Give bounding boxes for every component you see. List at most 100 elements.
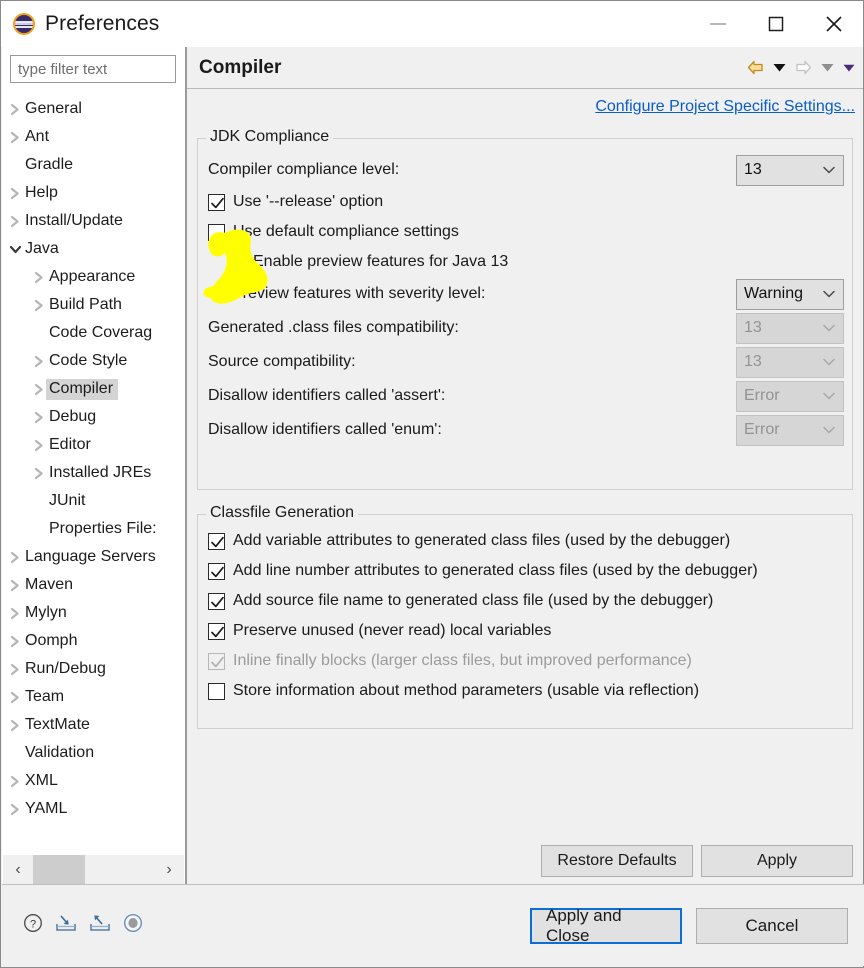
sidebar-item-maven[interactable]: Maven <box>2 571 185 599</box>
sidebar-item-mylyn[interactable]: Mylyn <box>2 599 185 627</box>
checkbox-label: Use '--release' option <box>233 193 384 210</box>
chevron-right-icon[interactable] <box>31 459 47 487</box>
sidebar-item-label: TextMate <box>25 716 90 733</box>
chevron-right-icon[interactable] <box>7 655 23 683</box>
checkbox-use-default-compliance-settings[interactable] <box>208 223 225 241</box>
setting-row: Source compatibility: 13 <box>208 345 852 379</box>
sidebar-item-label: Properties File: <box>49 520 157 537</box>
checkbox-row[interactable]: Enable preview features for Java 13 <box>208 247 852 277</box>
checkbox-row[interactable]: Store information about method parameter… <box>208 676 852 706</box>
chevron-right-icon[interactable] <box>7 123 23 151</box>
checkbox-row[interactable]: Add variable attributes to generated cla… <box>208 526 852 556</box>
chevron-right-icon[interactable] <box>7 627 23 655</box>
checkbox-enable-preview-features-for-java-13[interactable] <box>228 253 245 271</box>
chevron-right-icon[interactable] <box>31 347 47 375</box>
chevron-right-icon[interactable] <box>7 711 23 739</box>
forward-arrow-icon <box>795 60 812 75</box>
chevron-right-icon[interactable] <box>7 683 23 711</box>
title-bar: Preferences <box>1 1 863 47</box>
back-history-chevron-down-icon[interactable] <box>773 63 786 72</box>
sidebar-item-xml[interactable]: XML <box>2 767 185 795</box>
sidebar-item-install-update[interactable]: Install/Update <box>2 207 185 235</box>
sidebar-item-appearance[interactable]: Appearance <box>2 263 185 291</box>
view-menu-chevron-down-icon[interactable] <box>843 64 855 72</box>
dropdown-preview-features-with-severity-level[interactable]: Warning <box>736 278 844 310</box>
restore-defaults-button[interactable]: Restore Defaults <box>541 845 693 877</box>
chevron-right-icon[interactable] <box>7 599 23 627</box>
sidebar-item-label: Installed JREs <box>49 464 152 481</box>
sidebar-horizontal-scrollbar[interactable]: ‹ › <box>3 855 184 885</box>
checkbox-row[interactable]: Add source file name to generated class … <box>208 586 852 616</box>
export-icon[interactable] <box>88 912 112 939</box>
sidebar-item-build-path[interactable]: Build Path <box>2 291 185 319</box>
checkbox-use-release-option[interactable] <box>208 193 225 211</box>
minimize-button[interactable] <box>689 1 747 47</box>
maximize-button[interactable] <box>747 1 805 47</box>
chevron-right-icon[interactable] <box>31 375 47 403</box>
apply-button[interactable]: Apply <box>701 845 853 877</box>
sidebar-item-code-coverag[interactable]: Code Coverag <box>2 319 185 347</box>
sidebar-item-compiler[interactable]: Compiler <box>2 375 185 403</box>
sidebar-item-yaml[interactable]: YAML <box>2 795 185 823</box>
sidebar-item-label: Gradle <box>25 156 74 173</box>
help-icon[interactable]: ? <box>22 912 44 939</box>
configure-project-specific-settings-link[interactable]: Configure Project Specific Settings... <box>595 98 855 116</box>
scroll-left-button[interactable]: ‹ <box>3 855 33 885</box>
footer-icon-bar: ? <box>22 912 144 939</box>
scrollbar-track[interactable] <box>85 855 154 885</box>
chevron-right-icon[interactable] <box>7 207 23 235</box>
sidebar-item-java[interactable]: Java <box>2 235 185 263</box>
checkbox-add-source-file-name-to-generated-class-[interactable] <box>208 592 225 610</box>
preferences-window: Preferences General Ant Gradle Help Install/… <box>0 0 864 968</box>
sidebar-item-general[interactable]: General <box>2 95 185 123</box>
sidebar-item-editor[interactable]: Editor <box>2 431 185 459</box>
checkbox-inline-finally-blocks-larger-class-files <box>208 652 225 670</box>
chevron-right-icon[interactable] <box>7 543 23 571</box>
chevron-right-icon[interactable] <box>31 403 47 431</box>
chevron-right-icon[interactable] <box>7 795 23 823</box>
sidebar-item-oomph[interactable]: Oomph <box>2 627 185 655</box>
chevron-right-icon[interactable] <box>7 767 23 795</box>
chevron-right-icon[interactable] <box>7 571 23 599</box>
sidebar-item-validation[interactable]: Validation <box>2 739 185 767</box>
scrollbar-thumb[interactable] <box>33 855 85 885</box>
import-icon[interactable] <box>54 912 78 939</box>
chevron-right-icon[interactable] <box>7 179 23 207</box>
sidebar-item-gradle[interactable]: Gradle <box>2 151 185 179</box>
checkbox-row[interactable]: Preserve unused (never read) local varia… <box>208 616 852 646</box>
sidebar-item-properties-file[interactable]: Properties File: <box>2 515 185 543</box>
oomph-record-icon[interactable] <box>122 912 144 939</box>
sidebar-item-team[interactable]: Team <box>2 683 185 711</box>
checkbox-label: Use default compliance settings <box>233 223 459 240</box>
checkbox-add-variable-attributes-to-generated-cla[interactable] <box>208 532 225 550</box>
sidebar-item-label: Run/Debug <box>25 660 106 677</box>
sidebar-item-code-style[interactable]: Code Style <box>2 347 185 375</box>
sidebar-item-debug[interactable]: Debug <box>2 403 185 431</box>
sidebar-item-installed-jres[interactable]: Installed JREs <box>2 459 185 487</box>
chevron-down-icon[interactable] <box>7 235 23 263</box>
sidebar-item-ant[interactable]: Ant <box>2 123 185 151</box>
chevron-right-icon[interactable] <box>31 291 47 319</box>
chevron-right-icon[interactable] <box>31 431 47 459</box>
checkbox-preserve-unused-never-read-local-variabl[interactable] <box>208 622 225 640</box>
checkbox-row[interactable]: Add line number attributes to generated … <box>208 556 852 586</box>
sidebar-item-language-servers[interactable]: Language Servers <box>2 543 185 571</box>
back-arrow-icon[interactable] <box>747 60 764 75</box>
dropdown-compiler-compliance-level[interactable]: 13 <box>736 154 844 186</box>
apply-and-close-button[interactable]: Apply and Close <box>530 906 682 945</box>
scroll-right-button[interactable]: › <box>154 855 184 885</box>
chevron-right-icon[interactable] <box>7 95 23 123</box>
cancel-button[interactable]: Cancel <box>696 907 848 944</box>
checkbox-row[interactable]: Use default compliance settings <box>208 217 852 247</box>
sidebar-item-junit[interactable]: JUnit <box>2 487 185 515</box>
sidebar-item-run-debug[interactable]: Run/Debug <box>2 655 185 683</box>
checkbox-row[interactable]: Use '--release' option <box>208 187 852 217</box>
checkbox-store-information-about-method-parameter[interactable] <box>208 682 225 700</box>
close-button[interactable] <box>805 1 863 47</box>
sidebar-item-textmate[interactable]: TextMate <box>2 711 185 739</box>
search-input[interactable] <box>10 55 176 83</box>
chevron-right-icon[interactable] <box>31 263 47 291</box>
configure-link-row: Configure Project Specific Settings... <box>187 89 863 125</box>
sidebar-item-help[interactable]: Help <box>2 179 185 207</box>
checkbox-add-line-number-attributes-to-generated-[interactable] <box>208 562 225 580</box>
